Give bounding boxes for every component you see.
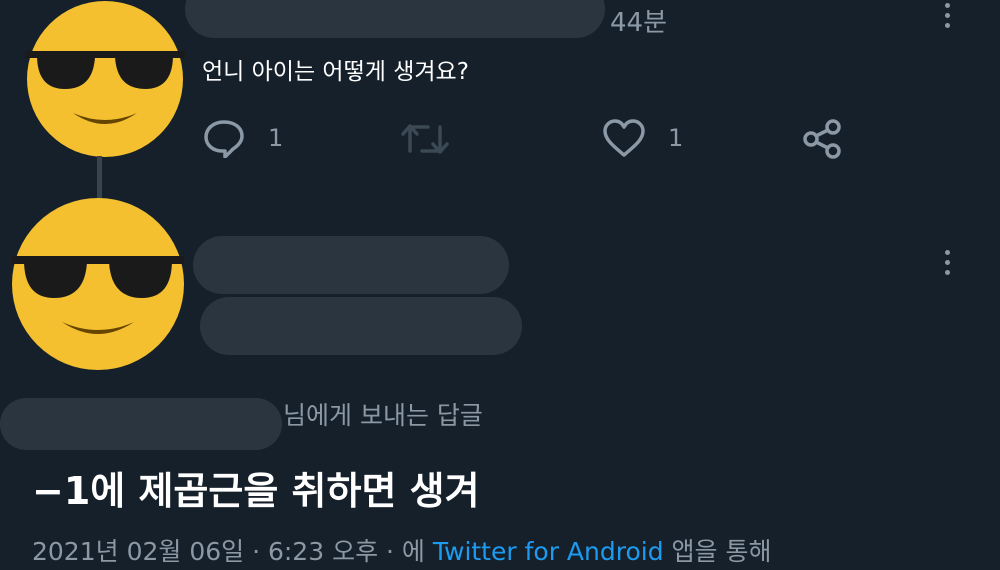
like-count: 1	[668, 124, 684, 152]
more-icon[interactable]	[945, 250, 955, 280]
redacted-reply-target	[0, 398, 282, 450]
tweet-date: 2021년 02월 06일 · 6:23 오후 · 에	[32, 537, 433, 566]
like-icon	[603, 119, 645, 157]
reply-count: 1	[268, 124, 284, 152]
sunglasses-emoji-icon	[25, 1, 185, 157]
avatar[interactable]	[12, 198, 184, 370]
more-icon[interactable]	[945, 3, 955, 33]
tweet-text: 언니 아이는 어떻게 생겨요?	[202, 59, 469, 85]
reply-button[interactable]: 1	[203, 118, 283, 158]
retweet-button[interactable]	[400, 121, 450, 157]
tweet-source-link[interactable]: Twitter for Android	[433, 537, 664, 566]
share-button[interactable]	[802, 118, 844, 160]
tweet-source-suffix: 앱을 통해	[663, 537, 772, 566]
redacted-handle	[200, 297, 522, 355]
tweet-meta: 2021년 02월 06일 · 6:23 오후 · 에 Twitter for …	[32, 532, 771, 568]
tweet-time: 44분	[610, 8, 668, 38]
sunglasses-emoji-icon	[12, 198, 184, 370]
replying-to-label: 님에게 보내는 답글	[283, 401, 483, 430]
like-button[interactable]: 1	[602, 118, 683, 158]
share-icon	[803, 119, 841, 159]
reply-icon	[204, 120, 244, 158]
redacted-display-name	[193, 236, 509, 294]
avatar[interactable]	[25, 1, 185, 157]
tweet-text: −1에 제곱근을 취하면 생겨	[32, 469, 480, 513]
redacted-username	[185, 0, 605, 38]
thread-connector-line	[97, 156, 102, 202]
retweet-icon	[401, 124, 449, 154]
